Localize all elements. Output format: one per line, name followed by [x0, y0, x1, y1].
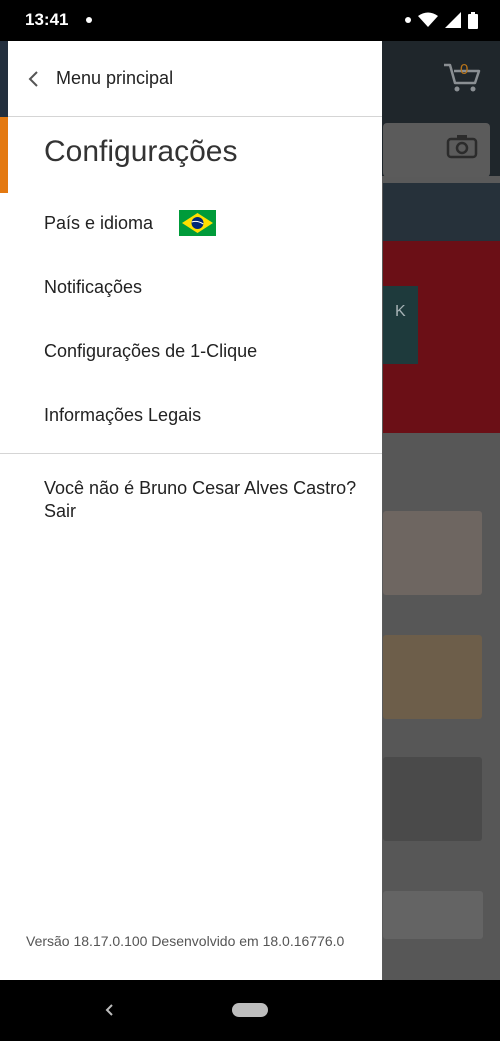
- settings-drawer: Menu principal Configurações País e idio…: [0, 41, 382, 980]
- background-location-bar: [383, 183, 500, 241]
- background-tile: [383, 635, 482, 719]
- chevron-left-icon: [27, 70, 45, 88]
- menu-item-legal-info[interactable]: Informações Legais: [44, 395, 364, 435]
- menu-item-label: Notificações: [44, 276, 143, 297]
- camera-icon[interactable]: [446, 133, 478, 159]
- wifi-icon: [418, 12, 438, 27]
- background-tile: [383, 511, 482, 595]
- dot-icon: [405, 17, 411, 23]
- nav-back-icon[interactable]: [100, 1000, 120, 1020]
- brazil-flag-icon: [179, 210, 217, 236]
- active-section-indicator: [0, 117, 8, 193]
- menu-item-label: Configurações de 1-Clique: [44, 340, 258, 361]
- background-banner-image: [383, 286, 418, 364]
- menu-item-label: País e idioma: [44, 212, 154, 233]
- main-menu-label: Menu principal: [56, 68, 174, 88]
- background-card: [383, 891, 483, 939]
- banner-letter: K: [395, 303, 406, 320]
- section-title: Configurações: [44, 135, 238, 168]
- background-tile: [383, 757, 482, 841]
- system-nav-bar: [0, 980, 500, 1041]
- cart-count: 0: [460, 61, 469, 78]
- drawer-edge: [0, 41, 8, 117]
- divider: [0, 453, 382, 454]
- sign-out-link[interactable]: Você não é Bruno Cesar Alves Castro? Sai…: [44, 477, 364, 523]
- signal-icon: [445, 12, 461, 28]
- home-pill-icon[interactable]: [232, 1003, 268, 1017]
- status-bar: 13:41: [0, 0, 500, 41]
- status-time: 13:41: [25, 10, 69, 29]
- version-info: Versão 18.17.0.100 Desenvolvido em 18.0.…: [26, 933, 345, 949]
- menu-item-country-language[interactable]: País e idioma: [44, 203, 364, 243]
- main-menu-back-button[interactable]: Menu principal: [8, 41, 382, 117]
- menu-item-one-click-settings[interactable]: Configurações de 1-Clique: [44, 331, 364, 371]
- notification-dot-icon: [86, 17, 92, 23]
- status-icons: [405, 10, 478, 30]
- menu-item-label: Informações Legais: [44, 404, 202, 425]
- menu-item-notifications[interactable]: Notificações: [44, 267, 364, 307]
- battery-icon: [468, 11, 478, 29]
